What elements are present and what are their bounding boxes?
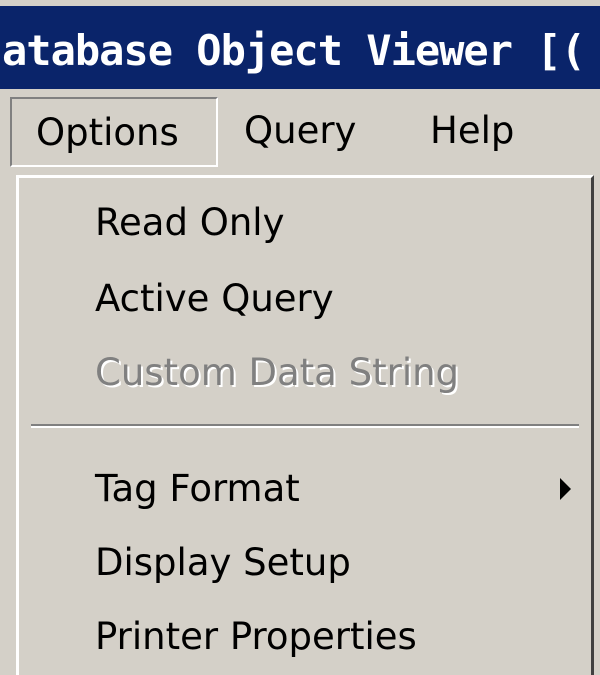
menu-item-display-setup[interactable]: Display Setup (19, 528, 591, 598)
menu-item-custom-data-string: Custom Data String (95, 351, 460, 394)
menu-query[interactable]: Query (244, 97, 356, 167)
menu-bar: Options Query Help (0, 89, 600, 175)
menu-item-active-query[interactable]: Active Query (19, 264, 591, 334)
menu-separator (31, 424, 579, 428)
menu-item-printer-properties[interactable]: Printer Properties (19, 602, 591, 672)
menu-item-tag-format[interactable]: Tag Format (19, 454, 591, 524)
window-title: atabase Object Viewer [( (2, 26, 586, 75)
menu-item-tag-format-label: Tag Format (95, 467, 300, 510)
title-bar[interactable]: atabase Object Viewer [( (0, 0, 600, 89)
menu-help[interactable]: Help (430, 97, 514, 167)
menu-options[interactable]: Options (10, 97, 218, 167)
submenu-arrow-icon (560, 478, 571, 500)
menu-item-read-only[interactable]: Read Only (19, 188, 591, 258)
options-dropdown-menu: Read Only Active Query Custom Data Strin… (16, 175, 594, 675)
